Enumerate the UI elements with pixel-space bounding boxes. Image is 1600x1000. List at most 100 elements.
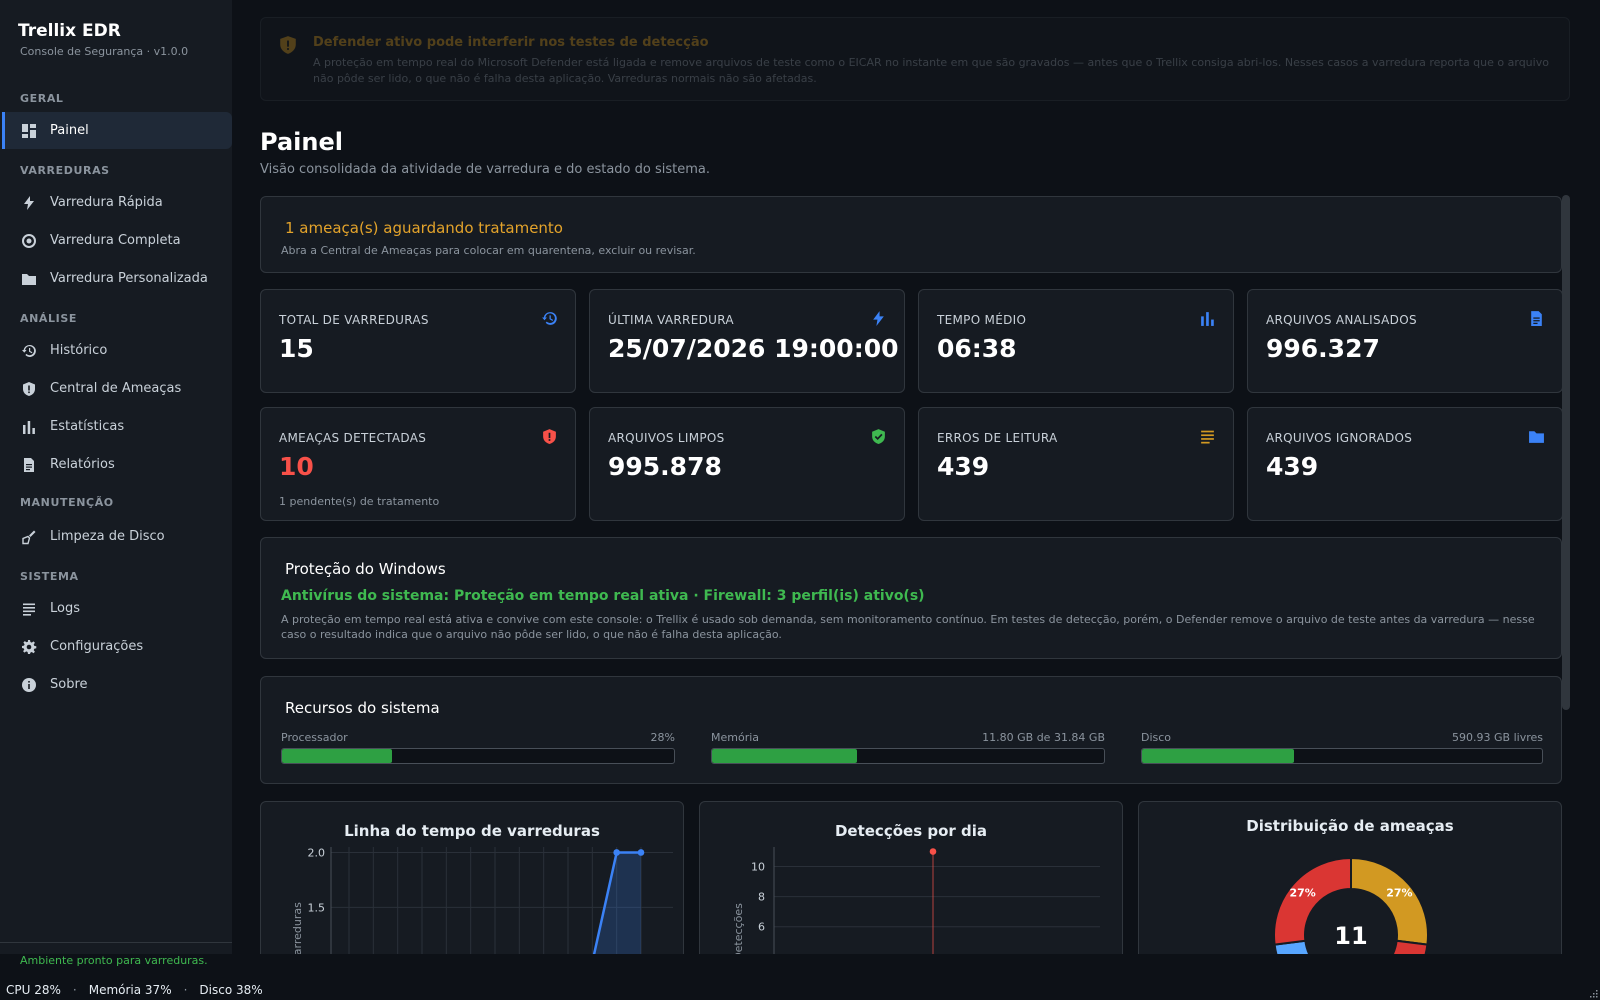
sidebar-item-varredura-personalizada[interactable]: Varredura Personalizada <box>2 260 232 297</box>
resources-title: Recursos do sistema <box>285 699 440 717</box>
separator: · <box>183 983 188 997</box>
sidebar-item-estatisticas[interactable]: Estatísticas <box>2 408 232 445</box>
cpu-progress-fill <box>282 749 392 763</box>
sidebar-item-logs[interactable]: Logs <box>2 590 232 627</box>
stat-value: 995.878 <box>608 452 722 481</box>
stat-card-arquivos-ignorados: ARQUIVOS IGNORADOS 439 <box>1247 407 1563 521</box>
chart-timeline-card: Linha do tempo de varreduras 1.0 1.5 2.0 Va… <box>260 801 684 954</box>
sidebar-item-label: Varredura Personalizada <box>50 271 208 286</box>
resize-grip-icon[interactable] <box>1590 990 1598 998</box>
app-subtitle: Console de Segurança · v1.0.0 <box>20 45 189 58</box>
nav-section-sistema: SISTEMA <box>20 570 79 583</box>
defender-warning-banner: Defender ativo pode interferir nos teste… <box>260 17 1570 101</box>
info-icon <box>22 677 36 692</box>
windows-protection-card: Proteção do Windows Antivírus do sistema… <box>260 537 1562 659</box>
pending-threats-alert[interactable]: 1 ameaça(s) aguardando tratamento Abra a… <box>260 196 1562 273</box>
y-tick-label: 10 <box>751 861 765 874</box>
stat-label: AMEAÇAS DETECTADAS <box>279 431 427 445</box>
cpu-progress-bar <box>281 748 675 764</box>
timeline-chart: 1.01.52.0Varreduras <box>291 846 673 954</box>
sidebar: Trellix EDR Console de Segurança · v1.0.… <box>0 0 232 967</box>
sidebar-item-painel[interactable]: Painel <box>2 112 232 149</box>
pending-threats-text: Abra a Central de Ameaças para colocar e… <box>281 244 696 257</box>
pie-slice-label: 27% <box>1386 886 1412 899</box>
sidebar-item-label: Limpeza de Disco <box>50 529 165 544</box>
detections-chart: 6 8 10 Detecções <box>732 847 1100 954</box>
app-title: Trellix EDR <box>18 21 121 41</box>
document-icon <box>1531 311 1542 326</box>
chart-distribution-card: Distribuição de ameaças 27% 27% 11 <box>1138 801 1562 954</box>
sidebar-item-central-ameacas[interactable]: Central de Ameaças <box>2 370 232 407</box>
chart-detections-card: Detecções por dia 6 8 10 Detecções <box>699 801 1123 954</box>
nav-section-manutencao: MANUTENÇÃO <box>20 496 114 509</box>
app-status-message: Ambiente pronto para varreduras. <box>20 954 208 967</box>
separator: · <box>72 983 77 997</box>
sidebar-item-historico[interactable]: Histórico <box>2 332 232 369</box>
history-icon <box>542 312 557 325</box>
stat-label: ARQUIVOS ANALISADOS <box>1266 313 1417 327</box>
sidebar-item-limpeza-disco[interactable]: Limpeza de Disco <box>2 518 232 555</box>
memory-progress-bar <box>711 748 1105 764</box>
memory-progress-fill <box>712 749 858 763</box>
y-tick-label: 8 <box>758 891 765 904</box>
resource-value-cpu: 28% <box>650 731 675 744</box>
protection-text: A proteção em tempo real está ativa e co… <box>281 613 1535 641</box>
sidebar-item-label: Central de Ameaças <box>50 381 182 396</box>
disk-progress-bar <box>1141 748 1543 764</box>
stat-card-tempo-medio: TEMPO MÉDIO 06:38 <box>918 289 1234 393</box>
y-axis-label: Detecções <box>732 903 745 954</box>
stat-label: TOTAL DE VARREDURAS <box>279 313 429 327</box>
shield-icon <box>23 381 35 396</box>
sidebar-item-label: Histórico <box>50 343 108 358</box>
data-point <box>637 849 645 856</box>
scrollbar[interactable] <box>1562 195 1570 710</box>
sidebar-item-sobre[interactable]: Sobre <box>2 666 232 703</box>
sidebar-item-label: Varredura Rápida <box>50 195 163 210</box>
disk-progress-fill <box>1142 749 1294 763</box>
y-tick-label: 2.0 <box>308 846 326 859</box>
bar-chart-icon <box>1201 312 1214 326</box>
shield-alert-icon <box>543 429 556 444</box>
broom-icon <box>22 530 36 544</box>
main-content: Defender ativo pode interferir nos teste… <box>232 0 1600 954</box>
dashboard-icon <box>22 123 36 138</box>
banner-text: A proteção em tempo real do Microsoft De… <box>313 56 1549 85</box>
y-axis-label: Varreduras <box>291 902 304 954</box>
sidebar-item-label: Varredura Completa <box>50 233 181 248</box>
history-icon <box>22 344 36 357</box>
stat-card-ultima-varredura: ÚLTIMA VARREDURA 25/07/2026 19:00:00 <box>589 289 905 393</box>
protection-title: Proteção do Windows <box>285 560 446 578</box>
sidebar-item-configuracoes[interactable]: Configurações <box>2 628 232 665</box>
sidebar-divider <box>0 942 232 943</box>
stat-value: 996.327 <box>1266 334 1380 363</box>
stat-value: 25/07/2026 19:00:00 <box>608 334 899 363</box>
banner-title: Defender ativo pode interferir nos teste… <box>313 35 709 50</box>
sidebar-item-varredura-completa[interactable]: Varredura Completa <box>2 222 232 259</box>
sidebar-item-label: Estatísticas <box>50 419 125 434</box>
nav-section-analise: ANÁLISE <box>20 312 77 325</box>
distribution-chart: 27% 27% 11 <box>1273 856 1429 954</box>
stat-value: 15 <box>279 334 314 363</box>
stat-card-total-varreduras: TOTAL DE VARREDURAS 15 <box>260 289 576 393</box>
sidebar-item-varredura-rapida[interactable]: Varredura Rápida <box>2 184 232 221</box>
bolt-icon <box>24 195 34 210</box>
sidebar-item-relatorios[interactable]: Relatórios <box>2 446 232 483</box>
y-tick-label: 6 <box>758 921 765 934</box>
target-icon <box>22 233 36 248</box>
stat-value: 439 <box>1266 452 1319 481</box>
memory-status: Memória 37% <box>88 983 172 997</box>
data-point <box>613 849 620 856</box>
bolt-icon <box>873 311 884 326</box>
pie-center-label: 11 <box>1334 922 1367 950</box>
resource-label-cpu: Processador <box>281 731 348 744</box>
protection-status: Antivírus do sistema: Proteção em tempo … <box>281 588 925 604</box>
pie-slice-label: 27% <box>1289 886 1315 899</box>
sidebar-item-label: Relatórios <box>50 457 115 472</box>
stat-label: ARQUIVOS IGNORADOS <box>1266 431 1413 445</box>
sidebar-item-label: Configurações <box>50 639 144 654</box>
shield-check-icon <box>872 429 885 444</box>
resource-label-disk: Disco <box>1141 731 1172 744</box>
resource-label-memory: Memória <box>711 731 760 744</box>
pending-threats-title: 1 ameaça(s) aguardando tratamento <box>285 219 563 237</box>
stat-label: ERROS DE LEITURA <box>937 431 1058 445</box>
